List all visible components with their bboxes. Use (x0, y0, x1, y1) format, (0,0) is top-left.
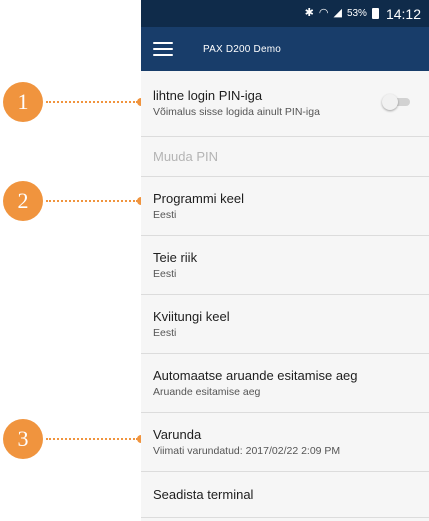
status-bar: ✱ ◠ ◢ 53% 14:12 (141, 0, 429, 27)
setting-title: Seadista terminal (153, 487, 254, 502)
setting-title: Automaatse aruande esitamise aeg (153, 368, 358, 383)
phone-screen: ✱ ◠ ◢ 53% 14:12 PAX D200 Demo lihtne log… (141, 0, 429, 521)
setting-auto-report-time[interactable]: Automaatse aruande esitamise aeg Aruande… (141, 354, 429, 413)
wifi-icon: ◠ (318, 7, 329, 19)
callout-badge: 1 (3, 82, 43, 122)
signal-icon: ◢ (333, 7, 342, 19)
callout-leader-line (46, 438, 138, 440)
setting-value: Eesti (153, 268, 177, 280)
setting-pin-login[interactable]: lihtne login PIN-iga Võimalus sisse logi… (141, 71, 429, 137)
setting-backup[interactable]: Varunda Viimati varundatud: 2017/02/22 2… (141, 413, 429, 472)
setting-receipt-language[interactable]: Kviitungi keel Eesti (141, 295, 429, 354)
setting-value: Eesti (153, 327, 177, 339)
callout-leader-line (46, 200, 138, 202)
setting-configure-terminal[interactable]: Seadista terminal (141, 472, 429, 518)
battery-icon (371, 8, 379, 19)
setting-change-pin: Muuda PIN (141, 137, 429, 177)
setting-title: Muuda PIN (153, 149, 219, 164)
setting-title: Varunda (153, 427, 202, 442)
callout-leader-line (46, 101, 138, 103)
clock: 14:12 (385, 5, 421, 22)
pin-login-toggle[interactable] (382, 94, 410, 110)
toggle-knob (382, 94, 398, 110)
setting-program-language[interactable]: Programmi keel Eesti (141, 177, 429, 236)
setting-title: Kviitungi keel (153, 309, 230, 324)
app-bar: PAX D200 Demo (141, 27, 429, 71)
hamburger-menu-icon[interactable] (153, 42, 173, 56)
setting-title: Programmi keel (153, 191, 245, 206)
setting-title: Teie riik (153, 250, 198, 265)
app-title: PAX D200 Demo (203, 43, 282, 55)
battery-percent: 53% (346, 8, 367, 19)
bluetooth-icon: ✱ (304, 7, 314, 19)
setting-value: Aruande esitamise aeg (153, 386, 261, 398)
setting-value: Eesti (153, 209, 177, 221)
callout-badge: 3 (3, 419, 43, 459)
setting-country[interactable]: Teie riik Eesti (141, 236, 429, 295)
callout-badge: 2 (3, 181, 43, 221)
setting-value: Viimati varundatud: 2017/02/22 2:09 PM (153, 445, 341, 457)
